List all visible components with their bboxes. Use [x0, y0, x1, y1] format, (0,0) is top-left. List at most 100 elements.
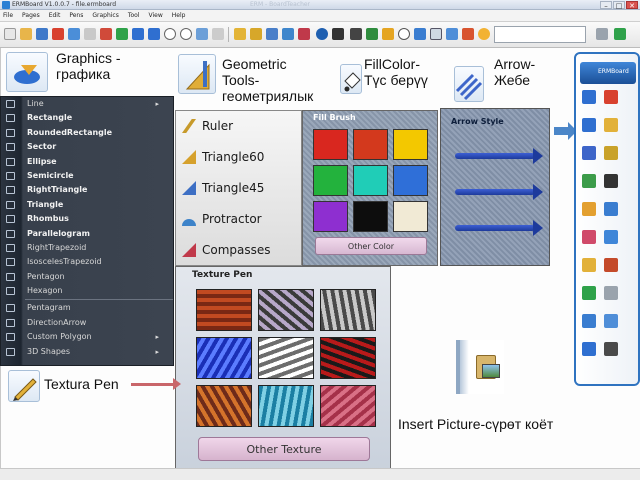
- color-swatch[interactable]: [313, 129, 348, 160]
- graphics-menu-item[interactable]: Rhombus: [1, 212, 173, 226]
- compass-tool-icon[interactable]: [298, 28, 310, 40]
- graphics-menu-item[interactable]: Pentagon: [1, 270, 173, 284]
- print-icon[interactable]: [52, 28, 64, 40]
- folder-icon[interactable]: [382, 28, 394, 40]
- right-toolbar-tool-icon[interactable]: [582, 286, 596, 300]
- geometric-tool-item[interactable]: Ruler: [176, 111, 301, 142]
- zoom-in-icon[interactable]: [180, 28, 192, 40]
- other-color-button[interactable]: Other Color: [315, 237, 427, 255]
- geometric-tool-item[interactable]: Protractor: [176, 204, 301, 235]
- graphics-menu-item[interactable]: Parallelogram: [1, 227, 173, 241]
- toolbar-field[interactable]: [494, 26, 586, 43]
- color-swatch[interactable]: [393, 201, 428, 232]
- arrow-style-option[interactable]: [455, 148, 543, 164]
- right-toolbar-tool-icon[interactable]: [604, 202, 618, 216]
- forward-arrow-icon[interactable]: [148, 28, 160, 40]
- color-swatch[interactable]: [353, 165, 388, 196]
- menu-pens[interactable]: Pens: [69, 10, 83, 21]
- back-arrow-icon[interactable]: [132, 28, 144, 40]
- right-toolbar-tool-icon[interactable]: [604, 342, 618, 356]
- graphics-menu-item[interactable]: RightTrapezoid: [1, 241, 173, 255]
- right-toolbar-tool-icon[interactable]: [582, 90, 596, 104]
- texture-tile[interactable]: [196, 289, 252, 331]
- texture-tile[interactable]: [320, 337, 376, 379]
- zoom-fit-icon[interactable]: [196, 28, 208, 40]
- menu-file[interactable]: File: [3, 10, 13, 21]
- minimize-button[interactable]: –: [600, 1, 612, 10]
- graphics-menu-item[interactable]: 3D Shapes ▸: [1, 345, 173, 359]
- magnifier-icon[interactable]: [398, 28, 410, 40]
- texture-tile[interactable]: [258, 289, 314, 331]
- graphics-menu-item[interactable]: Hexagon: [1, 284, 173, 298]
- graphics-menu-item[interactable]: IsoscelesTrapezoid: [1, 255, 173, 269]
- menu-edit[interactable]: Edit: [49, 10, 61, 21]
- settings-icon[interactable]: [596, 28, 608, 40]
- color-swatch[interactable]: [393, 165, 428, 196]
- graphics-menu-item[interactable]: Pentagram: [1, 301, 173, 315]
- arrow-style-option[interactable]: [455, 184, 543, 200]
- maximize-button[interactable]: □: [613, 1, 625, 10]
- export-icon[interactable]: [68, 28, 80, 40]
- graphics-menu-item[interactable]: DirectionArrow: [1, 316, 173, 330]
- refresh-icon[interactable]: [116, 28, 128, 40]
- right-toolbar-tool-icon[interactable]: [604, 286, 618, 300]
- save-icon[interactable]: [36, 28, 48, 40]
- triangle-tool-icon[interactable]: [250, 28, 262, 40]
- page-icon[interactable]: [84, 28, 96, 40]
- menu-tool[interactable]: Tool: [128, 10, 140, 21]
- geometric-tool-item[interactable]: Triangle60: [176, 142, 301, 173]
- other-texture-button[interactable]: Other Texture: [198, 437, 370, 461]
- graphics-menu-item[interactable]: Line ▸: [1, 97, 173, 111]
- graphics-menu-item[interactable]: Semicircle: [1, 169, 173, 183]
- graphics-menu-item[interactable]: Ellipse: [1, 155, 173, 169]
- geometric-tool-item[interactable]: Compasses: [176, 235, 301, 265]
- select-icon[interactable]: [212, 28, 224, 40]
- right-toolbar-tool-icon[interactable]: [604, 146, 618, 160]
- screen-icon[interactable]: [414, 28, 426, 40]
- right-toolbar-tool-icon[interactable]: [582, 342, 596, 356]
- right-toolbar-tool-icon[interactable]: [582, 230, 596, 244]
- texture-tile[interactable]: [196, 337, 252, 379]
- right-toolbar-tool-icon[interactable]: [604, 118, 618, 132]
- clock-icon[interactable]: [478, 28, 490, 40]
- color-swatch[interactable]: [393, 129, 428, 160]
- right-toolbar-tool-icon[interactable]: [604, 230, 618, 244]
- marker-icon[interactable]: [350, 28, 362, 40]
- right-toolbar-tool-icon[interactable]: [582, 258, 596, 272]
- green-refresh-icon[interactable]: [614, 28, 626, 40]
- right-toolbar-tool-icon[interactable]: [582, 314, 596, 328]
- right-toolbar-tool-icon[interactable]: [604, 174, 618, 188]
- graphics-menu-item[interactable]: RightTriangle: [1, 183, 173, 197]
- dice-icon[interactable]: [332, 28, 344, 40]
- right-toolbar-tool-icon[interactable]: [604, 258, 618, 272]
- right-toolbar-tool-icon[interactable]: [604, 90, 618, 104]
- protractor-tool-icon[interactable]: [282, 28, 294, 40]
- open-icon[interactable]: [20, 28, 32, 40]
- color-swatch[interactable]: [353, 201, 388, 232]
- close-button[interactable]: ✕: [626, 1, 638, 10]
- right-toolbar-tool-icon[interactable]: [582, 146, 596, 160]
- texture-tile[interactable]: [320, 289, 376, 331]
- right-toolbar-tool-icon[interactable]: [582, 202, 596, 216]
- texture-tile[interactable]: [258, 337, 314, 379]
- new-page-icon[interactable]: [4, 28, 16, 40]
- menu-help[interactable]: Help: [172, 10, 186, 21]
- spotlight-icon[interactable]: [446, 28, 458, 40]
- record-icon[interactable]: [316, 28, 328, 40]
- graphics-menu-item[interactable]: Custom Polygon ▸: [1, 330, 173, 344]
- graphics-menu-item[interactable]: Sector: [1, 140, 173, 154]
- menu-pages[interactable]: Pages: [22, 10, 40, 21]
- pencil-icon[interactable]: [234, 28, 246, 40]
- texture-tile[interactable]: [196, 385, 252, 427]
- menu-view[interactable]: View: [149, 10, 163, 21]
- texture-tile[interactable]: [320, 385, 376, 427]
- graphics-menu-item[interactable]: Triangle: [1, 198, 173, 212]
- right-toolbar-tool-icon[interactable]: [582, 174, 596, 188]
- geometric-tool-item[interactable]: Triangle45: [176, 173, 301, 204]
- graphics-menu-item[interactable]: Rectangle: [1, 111, 173, 125]
- right-toolbar-tool-icon[interactable]: [604, 314, 618, 328]
- right-toolbar-tool-icon[interactable]: [582, 118, 596, 132]
- zoom-out-icon[interactable]: [164, 28, 176, 40]
- texture-tile[interactable]: [258, 385, 314, 427]
- graphics-menu-item[interactable]: RoundedRectangle: [1, 126, 173, 140]
